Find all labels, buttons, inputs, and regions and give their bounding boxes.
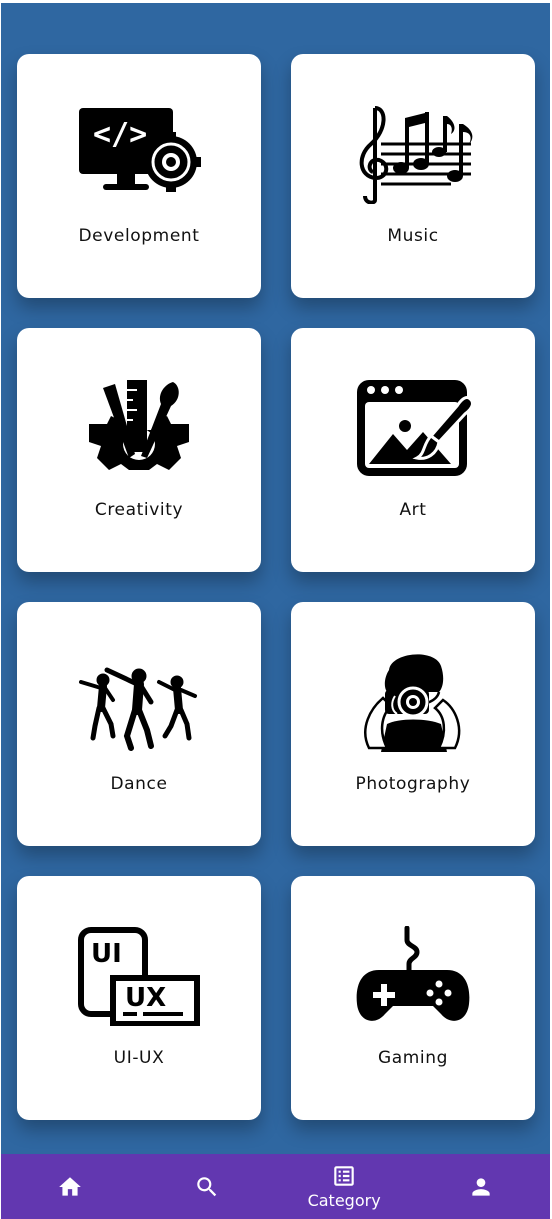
category-label: Photography [355, 774, 471, 794]
dance-icon [77, 652, 201, 752]
nav-category-label: Category [307, 1191, 381, 1210]
home-icon [58, 1176, 81, 1196]
category-label: Creativity [94, 500, 184, 520]
svg-text:UI: UI [91, 939, 122, 969]
development-icon: </> [77, 104, 201, 204]
category-label: Development [78, 226, 200, 246]
app-screen: </> Development Music Creativity Art Dan… [1, 3, 550, 1219]
category-icon [334, 1166, 354, 1186]
category-label: Dance [110, 774, 168, 794]
search-icon [197, 1176, 217, 1196]
creativity-icon [77, 378, 201, 478]
nav-search[interactable] [138, 1154, 275, 1219]
nav-home[interactable] [1, 1154, 138, 1219]
category-grid: </> Development Music Creativity Art Dan… [17, 54, 535, 1120]
category-card-dance[interactable]: Dance [17, 602, 261, 846]
category-label: UI-UX [113, 1048, 165, 1068]
category-label: Art [399, 500, 427, 520]
category-card-creativity[interactable]: Creativity [17, 328, 261, 572]
person-icon [472, 1177, 491, 1196]
svg-text:</>: </> [93, 117, 147, 152]
svg-text:UX: UX [125, 983, 166, 1013]
category-label: Music [387, 226, 439, 246]
bottom-navigation-bar: Category [1, 1154, 550, 1219]
art-icon [351, 378, 475, 478]
category-card-development[interactable]: </> Development [17, 54, 261, 298]
music-icon [351, 104, 475, 204]
photography-icon [351, 652, 475, 752]
category-label: Gaming [377, 1048, 449, 1068]
ui-ux-icon: UI UX [77, 926, 201, 1026]
category-card-music[interactable]: Music [291, 54, 535, 298]
nav-category[interactable]: Category [276, 1154, 413, 1219]
gaming-icon [351, 926, 475, 1026]
category-card-gaming[interactable]: Gaming [291, 876, 535, 1120]
nav-profile[interactable] [413, 1154, 550, 1219]
category-card-photography[interactable]: Photography [291, 602, 535, 846]
category-card-art[interactable]: Art [291, 328, 535, 572]
category-card-ui-ux[interactable]: UI UX UI-UX [17, 876, 261, 1120]
